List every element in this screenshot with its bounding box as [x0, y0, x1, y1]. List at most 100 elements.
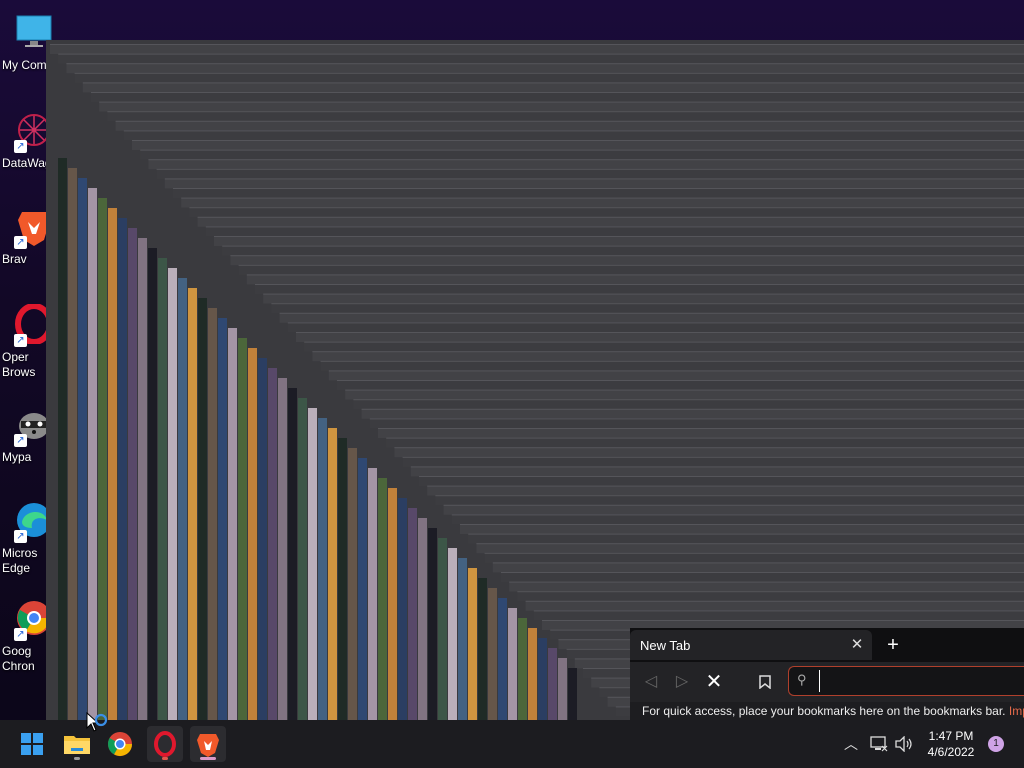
shortcut-arrow-icon: ↗ — [14, 334, 27, 347]
back-icon[interactable]: ◁ — [640, 671, 662, 693]
wallpaper-stripe — [128, 228, 137, 720]
bookmark-icon[interactable] — [754, 671, 776, 693]
window-trail-edge — [501, 572, 1024, 573]
window-trail-edge — [337, 380, 1024, 381]
window-trail-edge — [312, 351, 1024, 353]
window-trail-bar — [91, 92, 1024, 102]
wallpaper-stripe — [458, 558, 467, 720]
taskbar-opera[interactable] — [147, 726, 183, 762]
window-trail-bar — [156, 168, 1024, 179]
window-trail-bar — [328, 370, 1024, 381]
window-trail-bar — [197, 216, 1024, 227]
wallpaper-stripe — [248, 348, 257, 720]
window-trail-edge — [492, 562, 1024, 564]
bookmarks-bar-hint: For quick access, place your bookmarks h… — [642, 702, 1024, 720]
network-icon[interactable] — [870, 736, 888, 752]
window-trail-bar — [140, 149, 1024, 160]
wallpaper-stripe — [218, 318, 227, 720]
window-trail-bar — [533, 610, 1024, 621]
window-trail-edge — [435, 495, 1024, 497]
window-trail-bar — [271, 303, 1024, 314]
wallpaper-stripe — [338, 438, 347, 720]
wallpaper-stripe — [168, 268, 177, 720]
window-trail-bar — [484, 552, 1024, 563]
mouse-cursor-busy-icon — [86, 712, 108, 732]
window-trail-edge — [246, 274, 1024, 276]
wallpaper-stripe — [278, 378, 287, 720]
address-bar[interactable]: ⚲ — [788, 666, 1024, 696]
window-trail-edge — [443, 504, 1024, 506]
wallpaper-stripe — [88, 188, 97, 720]
window-trail-bar — [386, 437, 1024, 448]
taskbar-brave[interactable] — [190, 726, 226, 762]
window-trail-bar — [443, 504, 1024, 515]
window-trail-edge — [427, 485, 1024, 487]
window-trail-bar — [509, 581, 1024, 592]
volume-icon[interactable] — [894, 736, 914, 752]
window-trail-bar — [337, 380, 1024, 390]
forward-icon[interactable]: ▷ — [671, 671, 693, 693]
notification-badge[interactable]: 1 — [988, 736, 1004, 752]
import-bookmarks-link[interactable]: Imp — [1009, 704, 1024, 718]
window-trail-edge — [123, 130, 1024, 132]
start-button[interactable] — [14, 726, 50, 762]
window-trail-edge — [173, 188, 1024, 189]
close-tab-icon[interactable]: ✕ — [848, 636, 866, 654]
window-trail-edge — [402, 456, 1024, 458]
window-trail-bar — [451, 514, 1024, 525]
address-input[interactable] — [819, 670, 1024, 692]
search-icon: ⚲ — [797, 672, 807, 687]
window-trail-bar — [476, 543, 1024, 554]
window-trail-bar — [353, 399, 1024, 410]
window-trail-bar — [501, 572, 1024, 582]
window-trail-edge — [386, 437, 1024, 439]
wallpaper-stripe — [208, 308, 217, 720]
window-trail-bar — [296, 332, 1024, 342]
clock[interactable]: 1:47 PM 4/6/2022 — [920, 728, 982, 760]
window-trail-edge — [74, 72, 1024, 74]
wallpaper-stripe — [178, 278, 187, 720]
window-trail-edge — [476, 543, 1024, 545]
window-trail-edge — [205, 226, 1024, 228]
wallpaper-stripe — [448, 548, 457, 720]
window-trail-bar — [189, 207, 1024, 218]
window-trail-bar — [525, 600, 1024, 611]
window-trail-edge — [230, 255, 1024, 257]
window-trail-bar — [230, 255, 1024, 266]
wallpaper-stripe — [518, 618, 527, 720]
window-trail-bar — [287, 322, 1024, 333]
window-trail-edge — [328, 370, 1024, 372]
window-trail-edge — [525, 600, 1024, 602]
window-trail-bar — [492, 562, 1024, 573]
tab-new-tab[interactable]: New Tab ✕ — [630, 630, 872, 660]
window-trail-bar — [107, 111, 1024, 122]
wallpaper-stripe — [298, 398, 307, 720]
stop-loading-icon[interactable]: ✕ — [703, 671, 725, 693]
window-trail-bar — [304, 341, 1024, 352]
tab-bar: New Tab ✕ + — [630, 628, 1024, 662]
window-trail-edge — [197, 216, 1024, 218]
window-trail-edge — [533, 610, 1024, 612]
window-trail-bar — [74, 72, 1024, 83]
window-trail-edge — [140, 149, 1024, 151]
window-trail-edge — [181, 197, 1024, 199]
browser-window[interactable]: New Tab ✕ + ◁ ▷ ✕ ⚲ For quick access, pl… — [630, 628, 1024, 720]
wallpaper-stripe — [318, 418, 327, 720]
window-trail-edge — [378, 428, 1024, 429]
shortcut-arrow-icon: ↗ — [14, 530, 27, 543]
window-trail-edge — [460, 524, 1024, 525]
window-trail-edge — [468, 533, 1024, 535]
wallpaper-stripe — [508, 608, 517, 720]
window-trail-edge — [107, 111, 1024, 113]
wallpaper-stripe — [118, 218, 127, 720]
wallpaper-stripe — [558, 658, 567, 720]
wallpaper-stripe — [198, 298, 207, 720]
new-tab-button[interactable]: + — [882, 634, 904, 656]
window-trail-edge — [296, 332, 1024, 333]
window-trail-bar — [50, 44, 1024, 54]
chevron-up-icon[interactable]: ︿ — [844, 734, 858, 754]
wallpaper-stripe — [58, 158, 67, 720]
window-trail-edge — [99, 101, 1024, 103]
window-trail-bar — [205, 226, 1024, 237]
wallpaper-stripe — [288, 388, 297, 720]
